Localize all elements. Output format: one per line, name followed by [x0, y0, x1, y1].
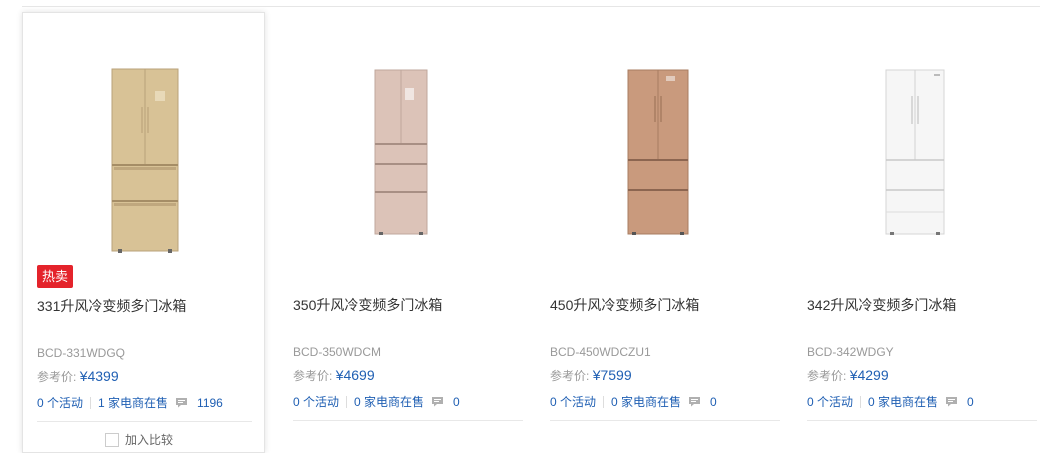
product-card[interactable]: 热卖 331升风冷变频多门冰箱 BCD-331WDGQ 参考价: ¥4399 0…	[22, 12, 265, 453]
card-divider	[807, 420, 1037, 421]
dealer-link[interactable]: 1 家电商在售	[98, 394, 168, 411]
price-label: 参考价:	[37, 370, 77, 384]
activity-link[interactable]: 0 个活动	[550, 393, 596, 410]
price-row: 参考价: ¥4399	[37, 368, 119, 385]
product-card[interactable]: 350升风冷变频多门冰箱 BCD-350WDCM 参考价: ¥4699 0 个活…	[279, 12, 523, 453]
product-meta: 0 个活动 1 家电商在售 1196	[37, 394, 223, 411]
price-row: 参考价: ¥4299	[807, 367, 889, 384]
dealer-link[interactable]: 0 家电商在售	[354, 393, 424, 410]
price-label: 参考价:	[550, 369, 590, 383]
card-divider	[550, 420, 780, 421]
comment-count[interactable]: 0	[967, 395, 974, 409]
price-row: 参考价: ¥7599	[550, 367, 632, 384]
product-title[interactable]: 450升风冷变频多门冰箱	[550, 295, 699, 315]
activity-link[interactable]: 0 个活动	[807, 393, 853, 410]
product-model: BCD-350WDCM	[293, 345, 382, 359]
product-card[interactable]: 342升风冷变频多门冰箱 BCD-342WDGY 参考价: ¥4299 0 个活…	[793, 12, 1037, 453]
product-title[interactable]: 342升风冷变频多门冰箱	[807, 295, 956, 315]
dealer-link[interactable]: 0 家电商在售	[611, 393, 681, 410]
comment-count[interactable]: 0	[453, 395, 460, 409]
comment-count[interactable]: 0	[710, 395, 717, 409]
price-value: ¥4699	[335, 367, 375, 383]
comment-icon	[431, 396, 444, 407]
product-meta: 0 个活动 0 家电商在售 0	[550, 393, 717, 410]
product-card[interactable]: 450升风冷变频多门冰箱 BCD-450WDCZU1 参考价: ¥7599 0 …	[536, 12, 780, 453]
activity-link[interactable]: 0 个活动	[293, 393, 339, 410]
comment-icon	[175, 397, 188, 408]
price-label: 参考价:	[293, 369, 333, 383]
comment-icon	[688, 396, 701, 407]
compare-toggle[interactable]: 加入比较	[105, 431, 173, 448]
product-title[interactable]: 331升风冷变频多门冰箱	[37, 296, 186, 316]
product-grid: 热卖 331升风冷变频多门冰箱 BCD-331WDGQ 参考价: ¥4399 0…	[22, 12, 1040, 453]
price-value: ¥4299	[849, 367, 889, 383]
dealer-link[interactable]: 0 家电商在售	[868, 393, 938, 410]
card-divider	[293, 420, 523, 421]
hot-sale-badge: 热卖	[37, 265, 74, 288]
product-model: BCD-450WDCZU1	[550, 345, 651, 359]
product-image[interactable]	[23, 53, 266, 263]
refrigerator-image	[627, 69, 688, 235]
product-title[interactable]: 350升风冷变频多门冰箱	[293, 295, 442, 315]
meta-separator	[90, 396, 92, 409]
activity-link[interactable]: 0 个活动	[37, 394, 83, 411]
top-divider	[22, 6, 1040, 7]
refrigerator-image	[374, 69, 427, 235]
product-model: BCD-331WDGQ	[37, 346, 126, 360]
meta-separator	[346, 395, 348, 408]
product-model: BCD-342WDGY	[807, 345, 894, 359]
refrigerator-image	[885, 69, 944, 235]
price-label: 参考价:	[807, 369, 847, 383]
comment-icon	[945, 396, 958, 407]
compare-label: 加入比较	[125, 433, 174, 447]
product-meta: 0 个活动 0 家电商在售 0	[807, 393, 974, 410]
refrigerator-image	[111, 68, 178, 253]
card-divider	[37, 421, 252, 422]
meta-separator	[603, 395, 605, 408]
price-value: ¥7599	[592, 367, 632, 383]
product-image[interactable]	[279, 52, 522, 262]
product-image[interactable]	[793, 52, 1036, 262]
meta-separator	[860, 395, 862, 408]
price-row: 参考价: ¥4699	[293, 367, 375, 384]
product-image[interactable]	[536, 52, 779, 262]
product-meta: 0 个活动 0 家电商在售 0	[293, 393, 460, 410]
compare-checkbox[interactable]	[105, 432, 119, 447]
price-value: ¥4399	[79, 368, 119, 384]
comment-count[interactable]: 1196	[197, 396, 223, 410]
